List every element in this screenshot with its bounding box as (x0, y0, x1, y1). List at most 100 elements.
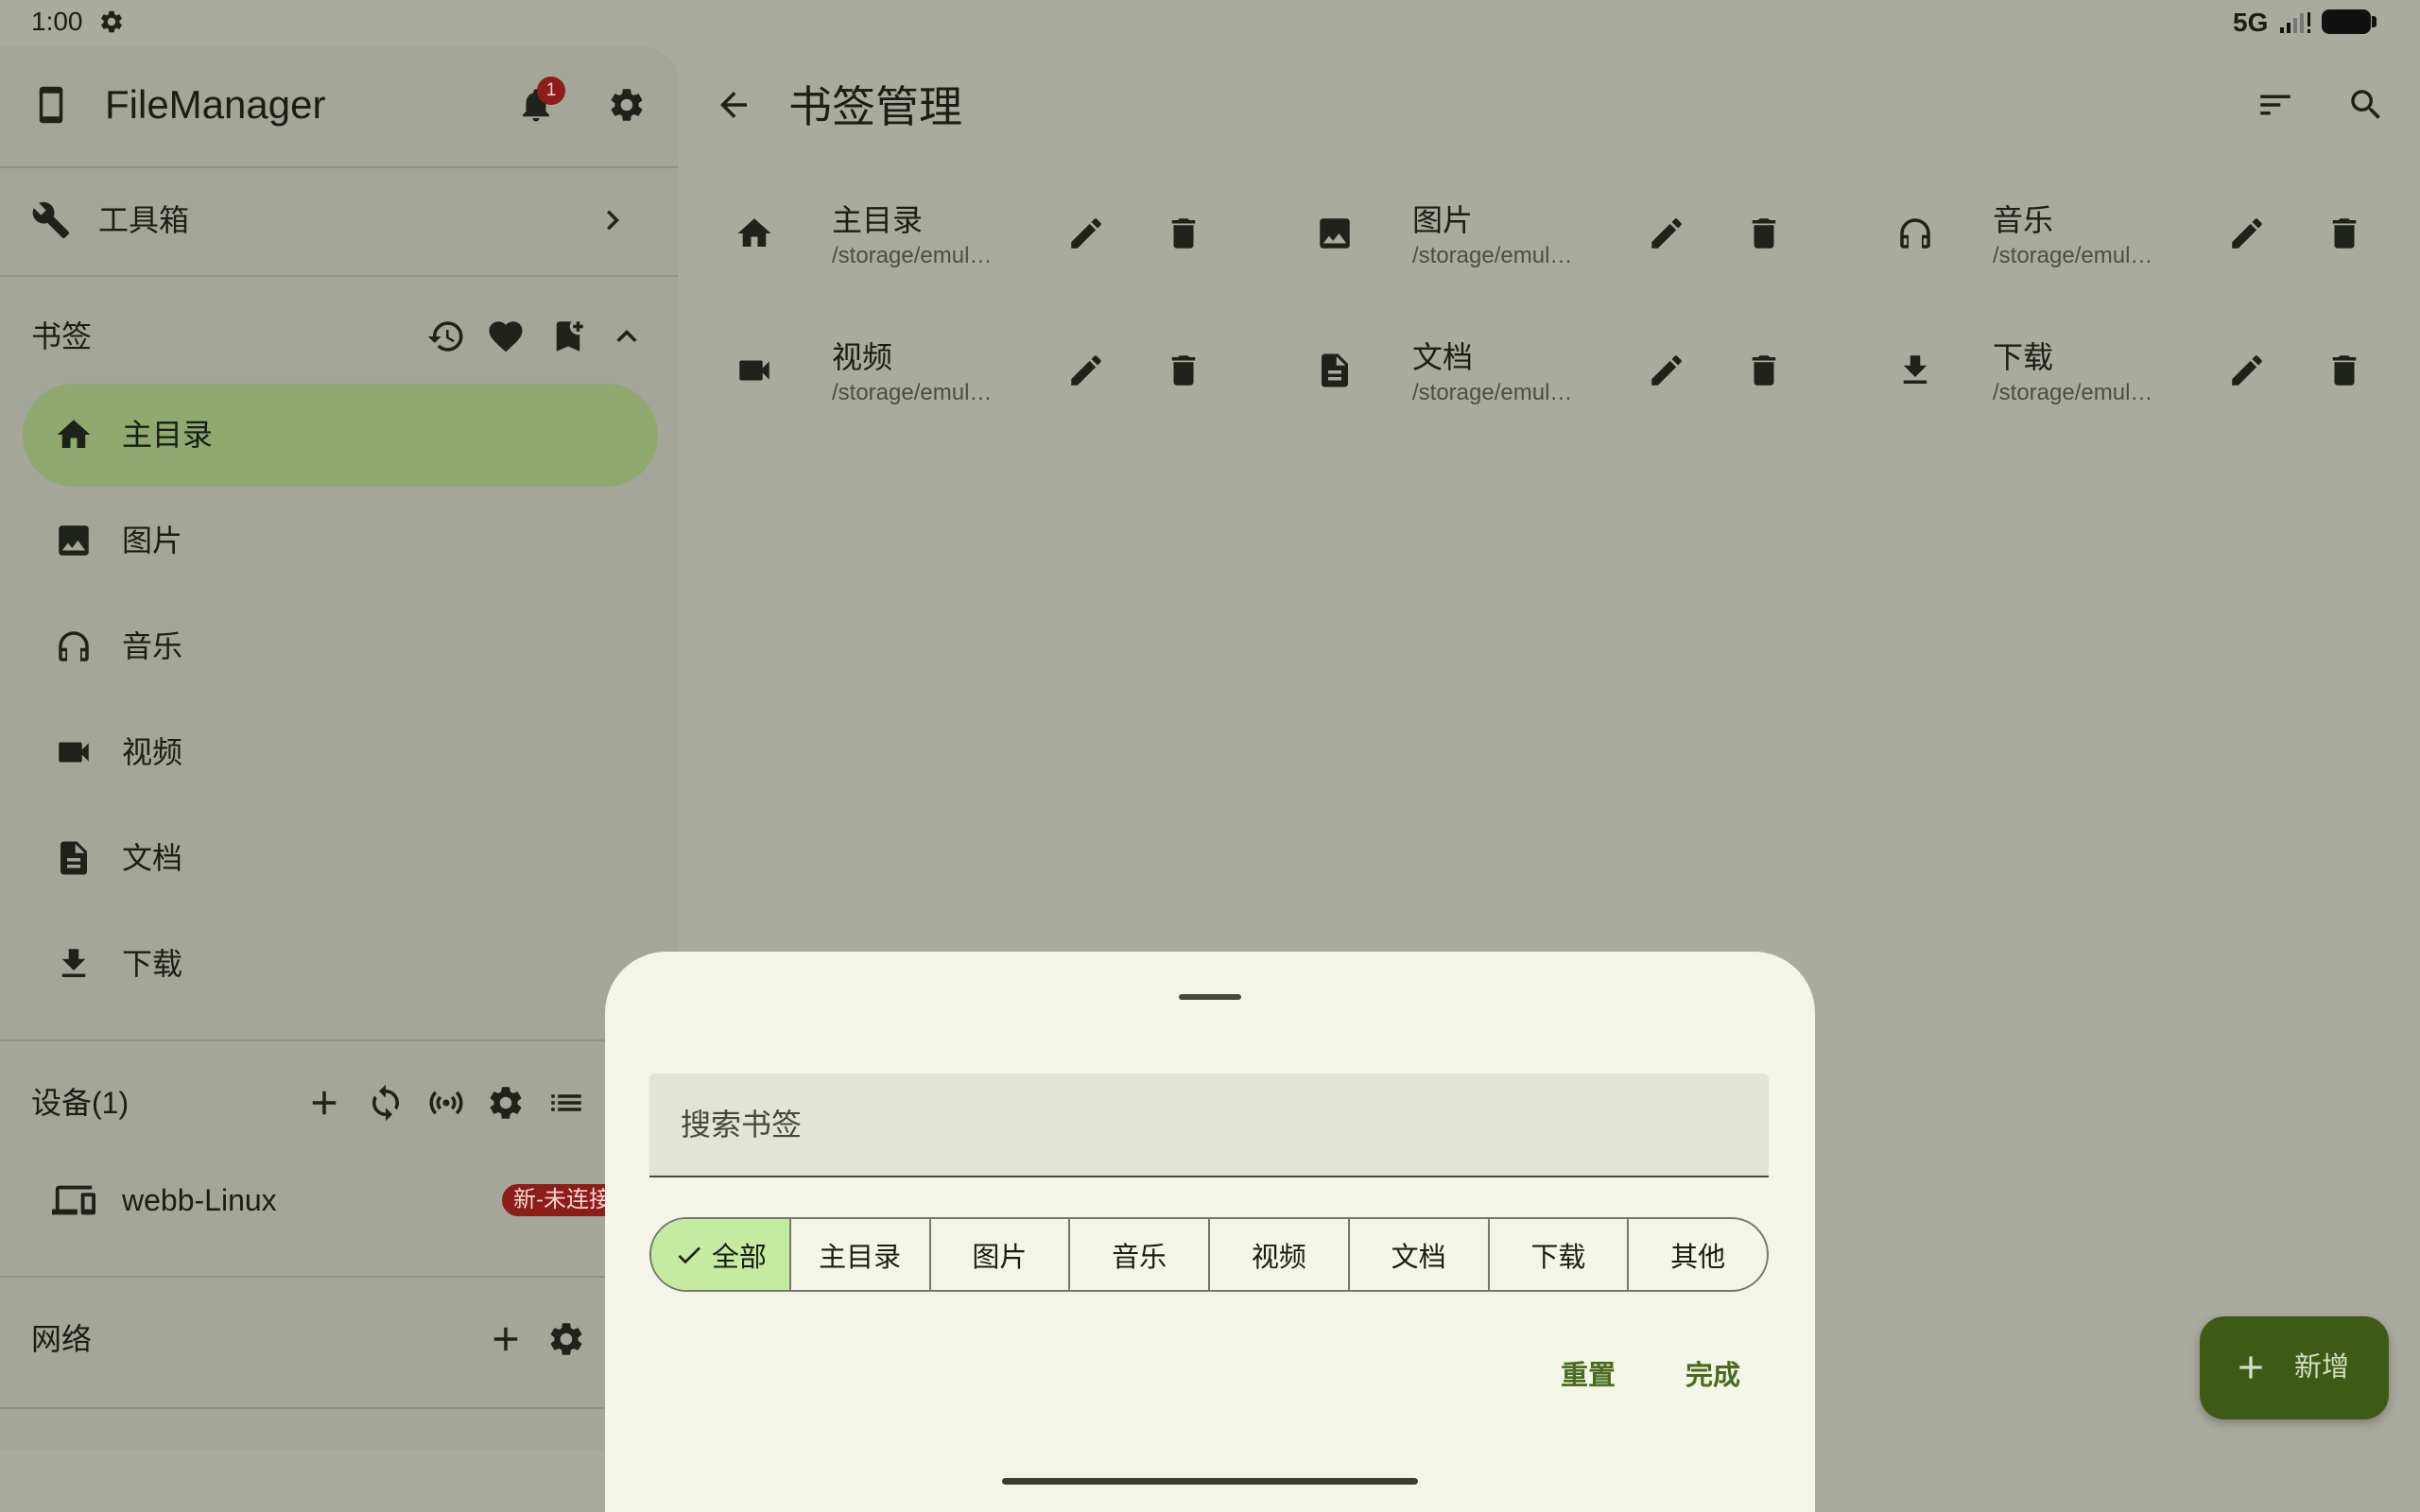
delete-button[interactable] (1164, 351, 1203, 390)
filter-documents[interactable]: 文档 (1347, 1219, 1488, 1290)
heart-icon (486, 317, 526, 356)
bookmark-card[interactable]: 视频 /storage/emul… (718, 326, 1248, 415)
device-settings-button[interactable] (486, 1083, 526, 1123)
bookmark-card[interactable]: 图片 /storage/emul… (1299, 189, 1828, 278)
home-indicator[interactable] (1002, 1478, 1418, 1485)
chevron-right-icon (593, 200, 632, 240)
status-time: 1:00 (31, 7, 83, 36)
notification-badge: 1 (537, 77, 565, 105)
add-network-button[interactable] (486, 1319, 526, 1359)
delete-button[interactable] (1744, 351, 1784, 390)
devices-header: 设备(1) (31, 1086, 130, 1120)
bookmark-name: 主目录 (832, 203, 924, 237)
filter-downloads[interactable]: 下载 (1487, 1219, 1628, 1290)
filter-music[interactable]: 音乐 (1068, 1219, 1208, 1290)
sidebar-item-pictures[interactable]: 图片 (23, 490, 658, 593)
edit-button[interactable] (2227, 214, 2267, 253)
bookmark-path: /storage/emul… (1993, 380, 2153, 405)
filter-label: 全部 (711, 1242, 767, 1273)
favorites-button[interactable] (486, 317, 526, 356)
add-bookmark-button[interactable] (548, 317, 588, 356)
refresh-devices-button[interactable] (366, 1083, 406, 1123)
bookmark-path: /storage/emul… (1412, 380, 1573, 405)
edit-button[interactable] (1647, 214, 1686, 253)
network-settings-button[interactable] (546, 1319, 586, 1359)
delete-icon (2325, 351, 2364, 390)
bookmark-path: /storage/emul… (832, 243, 993, 268)
home-icon (735, 214, 774, 253)
bookmark-card[interactable]: 文档 /storage/emul… (1299, 326, 1828, 415)
filter-label: 主目录 (819, 1242, 902, 1273)
delete-button[interactable] (1164, 214, 1203, 253)
gear-icon (607, 85, 647, 125)
bookmark-path: /storage/emul… (1412, 243, 1573, 268)
search-button[interactable] (2346, 85, 2386, 125)
devices-icon (52, 1178, 95, 1222)
filter-home[interactable]: 主目录 (788, 1219, 929, 1290)
filter-bottom-sheet: 全部 主目录 图片 音乐 视频 文档 下载 其他 重置 完成 (605, 952, 1815, 1512)
edit-button[interactable] (1066, 214, 1106, 253)
videocam-icon (54, 732, 94, 772)
collapse-bookmarks-button[interactable] (607, 317, 647, 356)
sort-button[interactable] (2256, 85, 2295, 125)
filter-label: 视频 (1251, 1242, 1306, 1273)
app-title: FileManager (105, 82, 326, 127)
sidebar-item-music[interactable]: 音乐 (23, 595, 658, 698)
videocam-icon (735, 351, 774, 390)
bookmark-name: 文档 (1412, 340, 1474, 374)
sidebar-item-videos[interactable]: 视频 (23, 701, 658, 804)
filter-other[interactable]: 其他 (1627, 1219, 1767, 1290)
headphones-icon (1895, 214, 1935, 253)
add-bookmark-fab[interactable]: 新增 (2200, 1316, 2389, 1419)
sidebar-item-label: 主目录 (122, 418, 214, 452)
edit-icon (1066, 351, 1106, 390)
bookmark-list: 主目录 图片 音乐 视频 文档 下载 (23, 384, 658, 1019)
arrow-back-icon (714, 85, 753, 125)
add-device-button[interactable] (304, 1083, 344, 1123)
delete-button[interactable] (2325, 351, 2364, 390)
image-icon (54, 521, 94, 560)
status-bar: 1:00 5G (0, 0, 2420, 43)
sync-icon (366, 1083, 406, 1123)
battery-nub (2372, 16, 2377, 27)
document-icon (54, 838, 94, 878)
settings-button[interactable] (607, 85, 647, 125)
back-button[interactable] (714, 85, 753, 125)
drag-handle[interactable] (1179, 994, 1241, 1000)
sidebar-item-documents[interactable]: 文档 (23, 807, 658, 910)
list-icon (546, 1083, 586, 1123)
delete-button[interactable] (2325, 214, 2364, 253)
status-settings-icon (98, 9, 125, 35)
edit-icon (1647, 214, 1686, 253)
broadcast-button[interactable] (426, 1083, 466, 1123)
history-button[interactable] (426, 317, 466, 356)
filter-pictures[interactable]: 图片 (928, 1219, 1069, 1290)
edit-button[interactable] (1066, 351, 1106, 390)
sidebar-item-home[interactable]: 主目录 (23, 384, 658, 487)
search-input[interactable] (649, 1074, 1769, 1176)
device-list-button[interactable] (546, 1083, 586, 1123)
reset-button[interactable]: 重置 (1536, 1346, 1640, 1406)
delete-icon (1744, 214, 1784, 253)
divider (0, 1276, 679, 1278)
edit-button[interactable] (2227, 351, 2267, 390)
filter-all[interactable]: 全部 (651, 1219, 789, 1290)
done-button[interactable]: 完成 (1661, 1346, 1765, 1406)
edit-button[interactable] (1647, 351, 1686, 390)
bookmark-card[interactable]: 主目录 /storage/emul… (718, 189, 1248, 278)
filter-label: 其他 (1670, 1242, 1726, 1273)
filter-videos[interactable]: 视频 (1208, 1219, 1348, 1290)
delete-icon (1164, 351, 1203, 390)
search-icon (2346, 85, 2386, 125)
edit-icon (2227, 351, 2267, 390)
sidebar-item-downloads[interactable]: 下载 (23, 913, 658, 1016)
delete-button[interactable] (1744, 214, 1784, 253)
divider (0, 275, 679, 277)
wrench-icon (31, 200, 71, 240)
battery-icon (2322, 9, 2371, 34)
page-title: 书签管理 (788, 82, 962, 131)
delete-icon (2325, 214, 2364, 253)
bookmark-card[interactable]: 音乐 /storage/emul… (1879, 189, 2409, 278)
bookmark-card[interactable]: 下载 /storage/emul… (1879, 326, 2409, 415)
add-icon (2232, 1349, 2270, 1386)
